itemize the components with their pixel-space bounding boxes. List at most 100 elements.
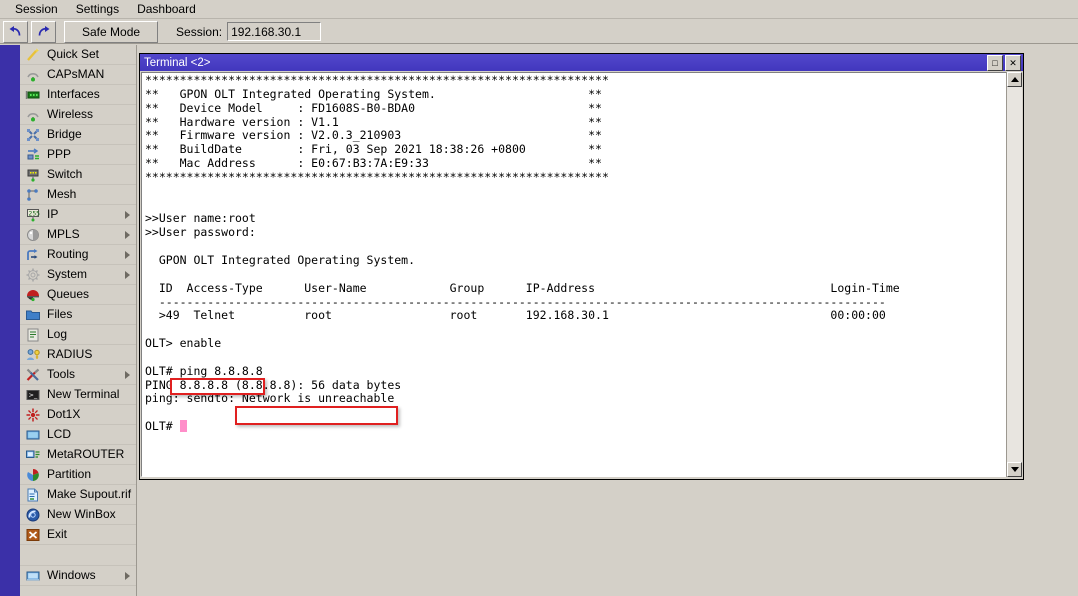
sidebar-item-routing[interactable]: Routing bbox=[20, 245, 136, 265]
sidebar-item-label: Switch bbox=[47, 168, 82, 181]
ppp-icon bbox=[25, 147, 41, 163]
sidebar-item-label: Routing bbox=[47, 248, 88, 261]
undo-button[interactable] bbox=[3, 21, 28, 43]
winbox-icon bbox=[25, 507, 41, 523]
windows-icon bbox=[25, 568, 41, 584]
sidebar-item-switch[interactable]: Switch bbox=[20, 165, 136, 185]
window-controls: □ ✕ bbox=[987, 55, 1021, 71]
menu-item-session[interactable]: Session bbox=[6, 1, 67, 18]
radius-icon bbox=[25, 347, 41, 363]
log-icon bbox=[25, 327, 41, 343]
terminal-icon: >_ bbox=[25, 387, 41, 403]
sidebar-item-metarouter[interactable]: MetaROUTER bbox=[20, 445, 136, 465]
menu-item-settings[interactable]: Settings bbox=[67, 1, 128, 18]
sidebar-item-label: Mesh bbox=[47, 188, 76, 201]
sidebar-item-interfaces[interactable]: Interfaces bbox=[20, 85, 136, 105]
toolbar: Safe Mode Session: 192.168.30.1 bbox=[0, 20, 1078, 44]
sidebar-item-label: Partition bbox=[47, 468, 91, 481]
brand-strip: WinBox bbox=[0, 45, 20, 596]
wand-icon: ✦ bbox=[25, 47, 41, 63]
sidebar-item-label: Windows bbox=[47, 569, 96, 582]
queues-icon bbox=[25, 287, 41, 303]
ip-255-icon: 255 bbox=[25, 207, 41, 223]
bridge-icon bbox=[25, 127, 41, 143]
sidebar-item-bridge[interactable]: Bridge bbox=[20, 125, 136, 145]
mesh-icon bbox=[25, 187, 41, 203]
close-button[interactable]: ✕ bbox=[1005, 55, 1021, 71]
sidebar-item-files[interactable]: Files bbox=[20, 305, 136, 325]
terminal-window: Terminal <2> □ ✕ ***********************… bbox=[139, 53, 1024, 480]
sidebar-item-radius[interactable]: RADIUS bbox=[20, 345, 136, 365]
supout-icon bbox=[25, 487, 41, 503]
redo-button[interactable] bbox=[31, 21, 56, 43]
sidebar-item-label: Dot1X bbox=[47, 408, 80, 421]
sidebar-item-ppp[interactable]: PPP bbox=[20, 145, 136, 165]
mpls-icon bbox=[25, 227, 41, 243]
scroll-down-arrow-icon bbox=[1011, 467, 1019, 472]
sidebar-item-make-supout-rif[interactable]: Make Supout.rif bbox=[20, 485, 136, 505]
maximize-icon: □ bbox=[992, 59, 997, 68]
scroll-up-button[interactable] bbox=[1007, 72, 1022, 87]
sidebar-item-label: LCD bbox=[47, 428, 71, 441]
sidebar-item-dot1x[interactable]: Dot1X bbox=[20, 405, 136, 425]
sidebar-item-log[interactable]: Log bbox=[20, 325, 136, 345]
sidebar-item-queues[interactable]: Queues bbox=[20, 285, 136, 305]
sidebar-item-ip[interactable]: 255 IP bbox=[20, 205, 136, 225]
menu-item-dashboard[interactable]: Dashboard bbox=[128, 1, 205, 18]
bridge-icon bbox=[25, 127, 41, 143]
antenna-icon bbox=[25, 67, 41, 83]
radius-icon bbox=[25, 347, 41, 363]
submenu-arrow-icon bbox=[125, 271, 130, 279]
sidebar-item-system[interactable]: System bbox=[20, 265, 136, 285]
scroll-up-arrow-icon bbox=[1011, 77, 1019, 82]
safe-mode-button[interactable]: Safe Mode bbox=[64, 21, 158, 43]
sidebar-item-label: PPP bbox=[47, 148, 71, 161]
sidebar-item-label: Files bbox=[47, 308, 72, 321]
sidebar-item-label: Make Supout.rif bbox=[47, 488, 131, 501]
svg-text:✦: ✦ bbox=[34, 47, 40, 55]
sidebar-item-windows[interactable]: Windows bbox=[20, 566, 136, 586]
antenna-icon bbox=[25, 107, 41, 123]
folder-icon bbox=[25, 307, 41, 323]
submenu-arrow-icon bbox=[125, 251, 130, 259]
sidebar-item-mesh[interactable]: Mesh bbox=[20, 185, 136, 205]
sidebar-item-wireless[interactable]: Wireless bbox=[20, 105, 136, 125]
sidebar-item-partition[interactable]: Partition bbox=[20, 465, 136, 485]
windows-icon bbox=[25, 568, 41, 584]
terminal-title-text: Terminal <2> bbox=[144, 57, 210, 69]
tools-icon bbox=[25, 367, 41, 383]
tools-icon bbox=[25, 367, 41, 383]
mpls-icon bbox=[25, 227, 41, 243]
sidebar-item-tools[interactable]: Tools bbox=[20, 365, 136, 385]
sidebar-item-label: Tools bbox=[47, 368, 75, 381]
winbox-icon bbox=[25, 507, 41, 523]
svg-text:255: 255 bbox=[29, 210, 41, 217]
sidebar-item-label: System bbox=[47, 268, 87, 281]
sidebar-item-new-winbox[interactable]: New WinBox bbox=[20, 505, 136, 525]
session-address-field[interactable]: 192.168.30.1 bbox=[227, 22, 321, 41]
sidebar-item-new-terminal[interactable]: >_New Terminal bbox=[20, 385, 136, 405]
sidebar-item-lcd[interactable]: LCD bbox=[20, 425, 136, 445]
exit-icon bbox=[25, 527, 41, 543]
terminal-prompt: OLT# bbox=[145, 419, 180, 433]
terminal-scrollbar[interactable] bbox=[1006, 72, 1022, 477]
terminal-icon: >_ bbox=[25, 387, 41, 403]
sidebar-item-quick-set[interactable]: ✦Quick Set bbox=[20, 45, 136, 65]
sidebar-item-capsman[interactable]: CAPsMAN bbox=[20, 65, 136, 85]
sidebar-item-label: Interfaces bbox=[47, 88, 100, 101]
sidebar-item-mpls[interactable]: MPLS bbox=[20, 225, 136, 245]
lcd-icon bbox=[25, 427, 41, 443]
scroll-down-button[interactable] bbox=[1007, 462, 1022, 477]
maximize-button[interactable]: □ bbox=[987, 55, 1003, 71]
switch-icon bbox=[25, 167, 41, 183]
terminal-output-area[interactable]: ****************************************… bbox=[141, 72, 1022, 477]
mesh-icon bbox=[25, 187, 41, 203]
submenu-arrow-icon bbox=[125, 211, 130, 219]
scrollbar-track[interactable] bbox=[1007, 87, 1022, 462]
sidebar-spacer bbox=[20, 545, 136, 566]
sidebar-item-label: IP bbox=[47, 208, 58, 221]
terminal-title-bar[interactable]: Terminal <2> □ ✕ bbox=[140, 54, 1023, 71]
ppp-icon bbox=[25, 147, 41, 163]
submenu-arrow-icon bbox=[125, 231, 130, 239]
sidebar-item-exit[interactable]: Exit bbox=[20, 525, 136, 545]
